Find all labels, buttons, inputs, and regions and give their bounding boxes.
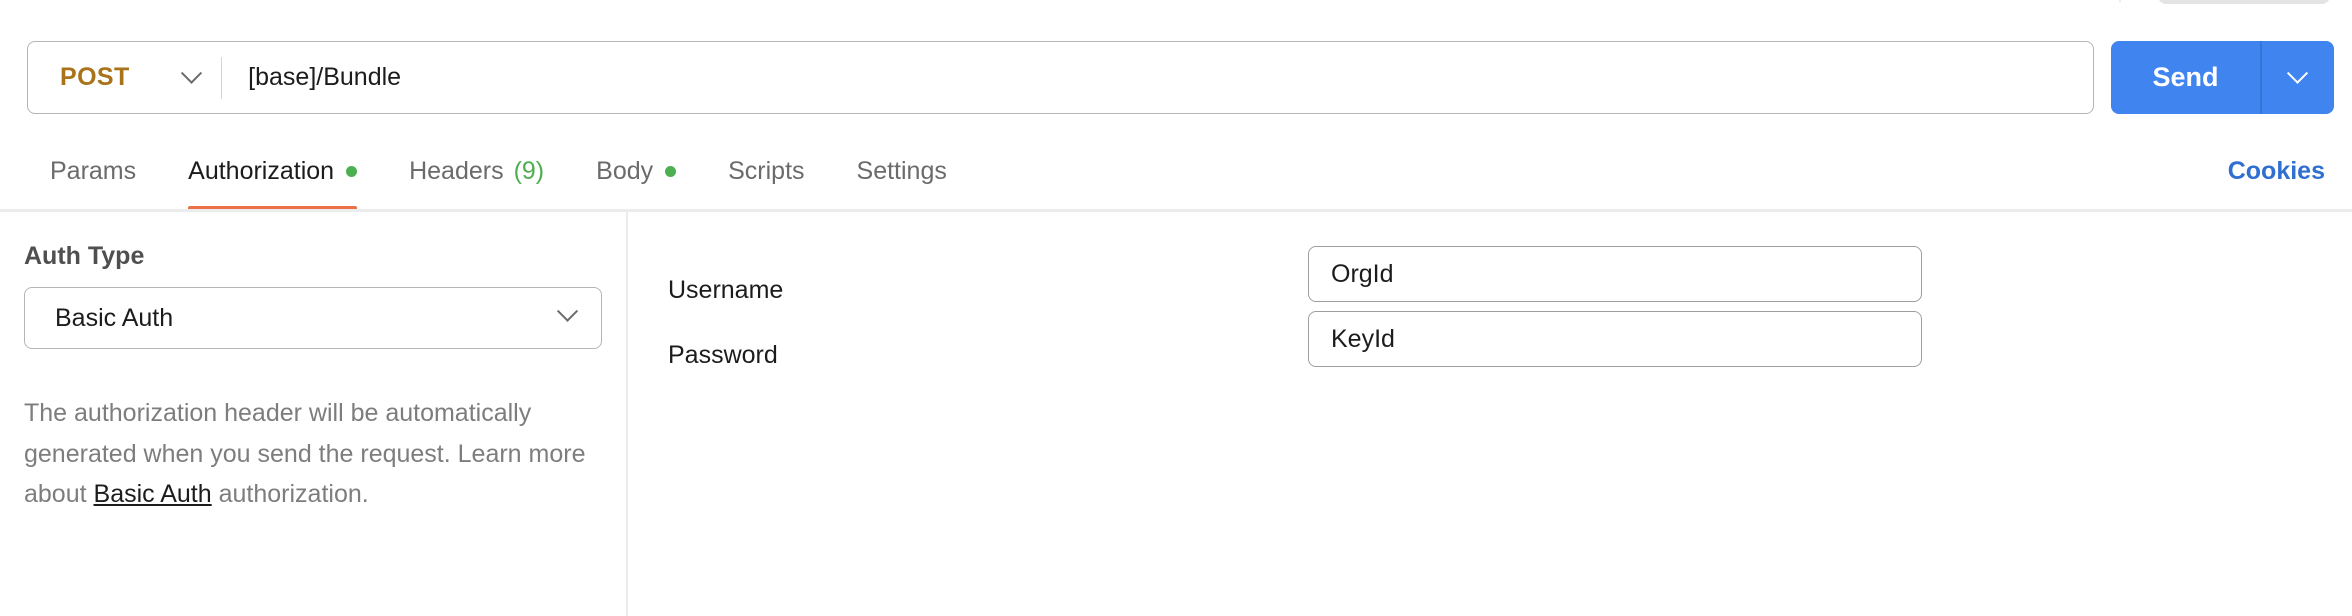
- chevron-down-icon: [2286, 62, 2309, 84]
- tab-label: Authorization: [188, 156, 335, 185]
- password-input[interactable]: [1308, 311, 1922, 367]
- auth-type-select[interactable]: Basic Auth: [24, 287, 602, 349]
- auth-type-selected-value: Basic Auth: [55, 303, 174, 332]
- request-tabs-row: Params Authorization Headers (9) Body Sc…: [0, 131, 2352, 211]
- chevron-down-icon: [180, 62, 202, 85]
- chevron-down-icon: [556, 300, 579, 328]
- auth-description: The authorization header will be automat…: [24, 393, 604, 515]
- send-button[interactable]: Send: [2111, 41, 2260, 114]
- status-dot-icon: [665, 165, 677, 177]
- url-box: POST: [27, 41, 2094, 114]
- request-bar: POST Send: [0, 0, 2352, 131]
- username-input[interactable]: [1308, 246, 1922, 302]
- tab-params[interactable]: Params: [24, 131, 162, 211]
- tab-label: Body: [596, 156, 654, 185]
- tab-count-badge: (9): [513, 156, 545, 185]
- auth-description-text-after: authorization.: [211, 480, 369, 508]
- tab-headers[interactable]: Headers (9): [383, 131, 570, 211]
- tab-scripts[interactable]: Scripts: [702, 131, 830, 211]
- tab-settings[interactable]: Settings: [831, 131, 973, 211]
- status-dot-icon: [346, 165, 358, 177]
- tab-label: Headers: [409, 156, 504, 185]
- http-method-label: POST: [60, 63, 130, 91]
- send-button-group: Send: [2111, 41, 2334, 114]
- auth-type-label: Auth Type: [24, 242, 145, 270]
- cookies-link[interactable]: Cookies: [2228, 131, 2325, 211]
- tab-body[interactable]: Body: [570, 131, 702, 211]
- auth-credentials-pane: Username Password: [628, 212, 2352, 616]
- auth-type-pane: Auth Type Basic Auth The authorization h…: [0, 212, 628, 616]
- postman-request-pane: POST Send Params Authorization: [0, 0, 2352, 616]
- basic-auth-doc-link[interactable]: Basic Auth: [94, 480, 212, 508]
- tab-label: Settings: [856, 156, 947, 185]
- request-tabs: Params Authorization Headers (9) Body Sc…: [0, 131, 973, 211]
- username-label: Username: [668, 276, 784, 304]
- send-options-button[interactable]: [2261, 41, 2334, 114]
- authorization-content: Auth Type Basic Auth The authorization h…: [0, 212, 2352, 616]
- tab-label: Params: [50, 156, 137, 185]
- http-method-selector[interactable]: POST: [28, 42, 221, 113]
- password-label: Password: [668, 341, 778, 369]
- tab-label: Scripts: [728, 156, 805, 185]
- tab-authorization[interactable]: Authorization: [162, 131, 383, 211]
- url-input[interactable]: [222, 42, 2093, 113]
